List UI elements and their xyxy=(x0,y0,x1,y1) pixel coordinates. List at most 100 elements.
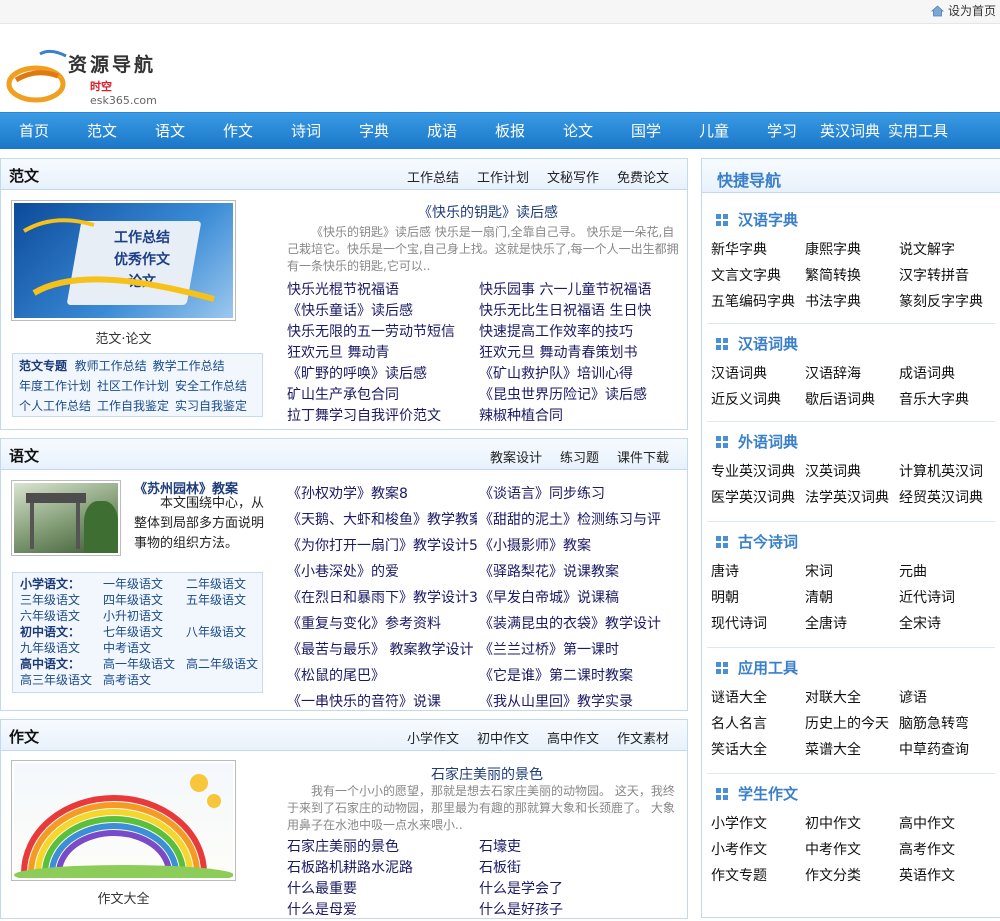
quick-nav-link[interactable]: 法学英汉词典 xyxy=(805,485,899,511)
list-item[interactable]: 快速提高工作效率的技巧 xyxy=(479,322,679,343)
section-title-text[interactable]: 古今诗词 xyxy=(738,531,798,552)
list-item[interactable]: 石板街 xyxy=(479,858,679,879)
yuwen-grade-item[interactable]: 一年级语文 xyxy=(103,576,180,592)
list-item[interactable]: 石家庄美丽的景色 xyxy=(287,837,477,858)
zuowen-link-senior[interactable]: 高中作文 xyxy=(547,728,599,747)
nav-item-xuexi[interactable]: 学习 xyxy=(767,113,797,149)
quick-nav-link[interactable]: 中考作文 xyxy=(805,837,899,863)
quick-nav-link[interactable]: 成语词典 xyxy=(899,361,993,387)
nav-item-zidian[interactable]: 字典 xyxy=(359,113,389,149)
quick-nav-link[interactable]: 菜谱大全 xyxy=(805,737,899,763)
quick-nav-link[interactable]: 作文专题 xyxy=(711,863,805,889)
quick-nav-link[interactable]: 说文解字 xyxy=(899,237,993,263)
list-item[interactable]: 快乐无限的五一劳动节短信 xyxy=(287,322,477,343)
quick-nav-link[interactable]: 清朝 xyxy=(805,585,899,611)
quick-nav-link[interactable]: 高考作文 xyxy=(899,837,993,863)
quick-nav-link[interactable]: 唐诗 xyxy=(711,559,805,585)
set-homepage-link[interactable]: 设为首页 xyxy=(930,2,996,19)
quick-nav-link[interactable]: 文言文字典 xyxy=(711,263,805,289)
yuwen-grade-item[interactable]: 七年级语文 xyxy=(103,624,180,640)
nav-item-ertong[interactable]: 儿童 xyxy=(699,113,729,149)
yuwen-grade-item[interactable]: 五年级语文 xyxy=(186,593,246,607)
list-item[interactable]: 《一串快乐的音符》说课 xyxy=(287,689,477,715)
quick-nav-link[interactable]: 历史上的今天 xyxy=(805,711,899,737)
yuwen-grade-item[interactable]: 中考语文 xyxy=(103,640,180,656)
nav-item-yuwen[interactable]: 语文 xyxy=(155,113,185,149)
list-item[interactable]: 《最苦与最乐》 教案教学设计 xyxy=(287,637,477,663)
fanwen-cat-label[interactable]: 范文专题 xyxy=(19,359,67,373)
fanwen-cat-item[interactable]: 个人工作总结 xyxy=(19,399,91,413)
section-title-text[interactable]: 学生作文 xyxy=(738,783,798,804)
nav-item-shici[interactable]: 诗词 xyxy=(291,113,321,149)
quick-nav-link[interactable]: 经贸英汉词典 xyxy=(899,485,993,511)
list-item[interactable]: 《为你打开一扇门》教学设计5 xyxy=(287,533,477,559)
quick-nav-link[interactable]: 歇后语词典 xyxy=(805,387,899,413)
yuwen-grade-item[interactable]: 高二年级语文 xyxy=(186,657,258,671)
quick-nav-link[interactable]: 新华字典 xyxy=(711,237,805,263)
fanwen-cat-item[interactable]: 工作自我鉴定 xyxy=(97,399,169,413)
quick-nav-link[interactable]: 名人名言 xyxy=(711,711,805,737)
quick-nav-link[interactable]: 专业英汉词典 xyxy=(711,459,805,485)
quick-nav-link[interactable]: 中草药查询 xyxy=(899,737,993,763)
quick-nav-link[interactable]: 高中作文 xyxy=(899,811,993,837)
fanwen-link-secretary[interactable]: 文秘写作 xyxy=(547,167,599,186)
list-item[interactable]: 《谈语言》同步练习 xyxy=(479,481,679,507)
list-item[interactable]: 辣椒种植合同 xyxy=(479,406,679,427)
list-item[interactable]: 快乐无比生日祝福语 生日快 xyxy=(479,301,679,322)
quick-nav-link[interactable]: 汉语辞海 xyxy=(805,361,899,387)
yuwen-grade-item[interactable]: 四年级语文 xyxy=(103,592,180,608)
quick-nav-link[interactable]: 小学作文 xyxy=(711,811,805,837)
yuwen-grade-item[interactable]: 高考语文 xyxy=(103,672,180,688)
fanwen-link-plan[interactable]: 工作计划 xyxy=(477,167,529,186)
section-title-text[interactable]: 汉语词典 xyxy=(738,333,798,354)
fanwen-feature-title[interactable]: 《快乐的钥匙》读后感 xyxy=(418,202,558,222)
list-item[interactable]: 什么最重要 xyxy=(287,879,477,900)
list-item[interactable]: 《天鹅、大虾和梭鱼》教学教案 xyxy=(287,507,477,533)
section-title-text[interactable]: 外语词典 xyxy=(738,431,798,452)
nav-item-home[interactable]: 首页 xyxy=(19,113,49,149)
yuwen-link-courseware[interactable]: 课件下载 xyxy=(617,447,669,466)
list-item[interactable]: 矿山生产承包合同 xyxy=(287,385,477,406)
quick-nav-link[interactable]: 元曲 xyxy=(899,559,993,585)
yuwen-grade-item[interactable]: 六年级语文 xyxy=(20,608,97,624)
list-item[interactable]: 狂欢元旦 舞动青 xyxy=(287,343,477,364)
yuwen-link-lesson[interactable]: 教案设计 xyxy=(490,447,542,466)
yuwen-grade-label[interactable]: 高中语文： xyxy=(20,657,80,671)
quick-nav-link[interactable]: 书法字典 xyxy=(805,289,899,315)
list-item[interactable]: 快乐光棍节祝福语 xyxy=(287,280,477,301)
quick-nav-link[interactable]: 小考作文 xyxy=(711,837,805,863)
quick-nav-link[interactable]: 明朝 xyxy=(711,585,805,611)
nav-item-lunwen[interactable]: 论文 xyxy=(563,113,593,149)
quick-nav-link[interactable]: 近代诗词 xyxy=(899,585,993,611)
yuwen-title[interactable]: 语文 xyxy=(9,445,39,466)
fanwen-image[interactable]: 工作总结 优秀作文 论文 xyxy=(11,200,236,321)
quick-nav-link[interactable]: 汉语词典 xyxy=(711,361,805,387)
quick-nav-link[interactable]: 近反义词典 xyxy=(711,387,805,413)
list-item[interactable]: 什么是好孩子 xyxy=(479,900,679,921)
quick-nav-link[interactable]: 现代诗词 xyxy=(711,611,805,637)
fanwen-link-papers[interactable]: 免费论文 xyxy=(617,167,669,186)
yuwen-grade-label[interactable]: 小学语文： xyxy=(20,577,80,591)
yuwen-link-exercise[interactable]: 练习题 xyxy=(560,447,599,466)
nav-item-fanwen[interactable]: 范文 xyxy=(87,113,117,149)
yuwen-grade-item[interactable]: 高一年级语文 xyxy=(103,656,180,672)
list-item[interactable]: 《重复与变化》参考资料 xyxy=(287,611,477,637)
list-item[interactable]: 什么是母爱 xyxy=(287,900,477,921)
list-item[interactable]: 快乐园事 六一儿童节祝福语 xyxy=(479,280,679,301)
yuwen-grade-item[interactable]: 九年级语文 xyxy=(20,640,97,656)
quick-nav-link[interactable]: 繁简转换 xyxy=(805,263,899,289)
list-item[interactable]: 《快乐童话》读后感 xyxy=(287,301,477,322)
yuwen-grade-item[interactable]: 八年级语文 xyxy=(186,625,246,639)
nav-item-zuowen[interactable]: 作文 xyxy=(223,113,253,149)
quick-nav-link[interactable]: 宋词 xyxy=(805,559,899,585)
list-item[interactable]: 《装满昆虫的衣袋》教学设计 xyxy=(479,611,679,637)
list-item[interactable]: 石板路机耕路水泥路 xyxy=(287,858,477,879)
zuowen-link-material[interactable]: 作文素材 xyxy=(617,728,669,747)
list-item[interactable]: 狂欢元旦 舞动青春策划书 xyxy=(479,343,679,364)
section-title-text[interactable]: 汉语字典 xyxy=(738,209,798,230)
zuowen-title[interactable]: 作文 xyxy=(9,726,39,747)
nav-item-chengyu[interactable]: 成语 xyxy=(427,113,457,149)
list-item[interactable]: 拉丁舞学习自我评价范文 xyxy=(287,406,477,427)
fanwen-cat-item[interactable]: 社区工作计划 xyxy=(97,379,169,393)
fanwen-cat-item[interactable]: 年度工作计划 xyxy=(19,379,91,393)
